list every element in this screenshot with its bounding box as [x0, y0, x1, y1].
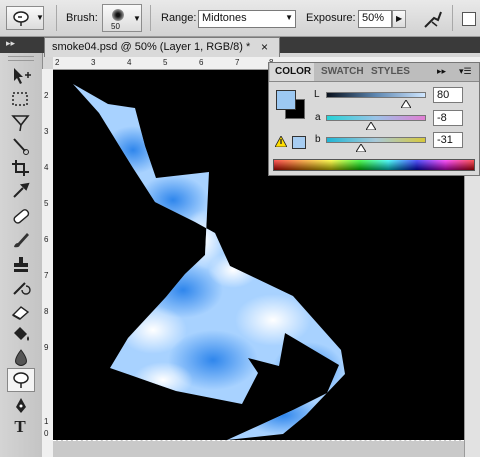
- ruler-label: 6: [199, 58, 204, 67]
- chevron-down-icon: ▼: [36, 13, 44, 22]
- airbrush-icon[interactable]: [422, 8, 444, 30]
- color-spectrum-ramp[interactable]: [273, 159, 475, 171]
- eraser-tool-icon[interactable]: [10, 302, 32, 322]
- range-select[interactable]: Midtones ▼: [198, 10, 296, 28]
- ruler-label: 4: [127, 58, 132, 67]
- ruler-label: 2: [55, 58, 60, 67]
- ruler-label: 0: [44, 429, 49, 438]
- divider: [452, 5, 453, 31]
- color-panel: COLOR SWATCH STYLES ▸▸ ▾☰ L 80 a -8 b -3…: [268, 62, 480, 176]
- a-slider-thumb[interactable]: [365, 121, 377, 131]
- divider: [150, 5, 151, 31]
- l-value-input[interactable]: 80: [433, 87, 463, 103]
- foreground-color-swatch[interactable]: [276, 90, 296, 110]
- lasso-tool-icon[interactable]: [10, 112, 32, 134]
- channel-label-a: a: [315, 112, 321, 123]
- document-tab[interactable]: smoke04.psd @ 50% (Layer 1, RGB/8) * ×: [44, 37, 280, 57]
- protect-tones-checkbox[interactable]: [462, 12, 476, 26]
- chevron-down-icon: ▼: [285, 13, 293, 22]
- pen-tool-icon[interactable]: [10, 396, 32, 416]
- move-tool-icon[interactable]: [10, 66, 32, 86]
- quick-selection-tool-icon[interactable]: [10, 136, 32, 156]
- chevron-right-icon: ▶: [396, 14, 403, 23]
- channel-label-l: L: [314, 89, 320, 100]
- chevron-down-icon: ▼: [133, 14, 141, 23]
- type-tool-icon[interactable]: T: [10, 418, 30, 436]
- close-icon[interactable]: ×: [261, 40, 268, 54]
- brush-size: 50: [111, 22, 120, 31]
- ruler-label: 5: [44, 199, 49, 208]
- exposure-slider-toggle[interactable]: ▶: [392, 10, 406, 28]
- b-slider-track[interactable]: [326, 137, 426, 143]
- l-slider-thumb[interactable]: [400, 99, 412, 109]
- exposure-value: 50%: [362, 12, 385, 24]
- ruler-label: 3: [91, 58, 96, 67]
- tab-styles[interactable]: STYLES: [371, 63, 410, 81]
- blur-tool-icon[interactable]: [10, 348, 32, 368]
- ruler-label: 8: [44, 307, 49, 316]
- a-slider-track[interactable]: [326, 115, 426, 121]
- panel-grip[interactable]: [8, 56, 34, 61]
- ruler-label: 3: [44, 127, 49, 136]
- ruler-label: 9: [44, 343, 49, 352]
- collapse-arrows-icon[interactable]: ▸▸: [6, 38, 15, 49]
- range-label: Range:: [161, 12, 197, 24]
- eyedropper-tool-icon[interactable]: [10, 180, 32, 200]
- dodge-tool-icon: [13, 11, 29, 26]
- marquee-tool-icon[interactable]: [10, 90, 32, 110]
- divider: [56, 5, 57, 31]
- brush-tool-icon[interactable]: [10, 230, 32, 250]
- tool-preset-picker[interactable]: ▼: [6, 6, 44, 30]
- gamut-color-swatch[interactable]: [292, 136, 306, 149]
- l-slider-track[interactable]: [326, 92, 426, 98]
- panel-menu-icon[interactable]: ▸▸: [437, 66, 446, 77]
- out-of-gamut-warning-icon[interactable]: [275, 136, 287, 147]
- canvas-area-bottom: [53, 440, 464, 457]
- document-title: smoke04.psd @ 50% (Layer 1, RGB/8) *: [52, 41, 251, 53]
- clone-stamp-tool-icon[interactable]: [10, 254, 32, 274]
- ruler-label: 6: [44, 235, 49, 244]
- ruler-label: 5: [163, 58, 168, 67]
- l-value: 80: [437, 89, 450, 101]
- panel-options-icon[interactable]: ▾☰: [459, 66, 472, 77]
- range-value: Midtones: [202, 12, 247, 24]
- history-brush-tool-icon[interactable]: [10, 278, 32, 298]
- brush-picker[interactable]: 50 ▼: [102, 4, 142, 32]
- b-value-input[interactable]: -31: [433, 132, 463, 148]
- tab-color[interactable]: COLOR: [275, 63, 311, 81]
- b-value: -31: [437, 134, 453, 146]
- b-slider-thumb[interactable]: [355, 143, 367, 153]
- ruler-label: 1: [44, 417, 49, 426]
- channel-label-b: b: [315, 134, 321, 145]
- exposure-input[interactable]: 50%: [358, 10, 392, 28]
- spot-healing-tool-icon[interactable]: [10, 206, 32, 226]
- exposure-label: Exposure:: [306, 12, 356, 24]
- ruler-label: 7: [44, 271, 49, 280]
- brush-preview: [112, 9, 124, 21]
- a-value: -8: [437, 112, 447, 124]
- brush-label: Brush:: [66, 12, 98, 24]
- ruler-label: 4: [44, 163, 49, 172]
- options-bar: ▼ Brush: 50 ▼ Range: Midtones ▼ Exposure…: [0, 0, 480, 37]
- dodge-tool-icon[interactable]: [10, 370, 32, 390]
- tab-swatches[interactable]: SWATCH: [321, 63, 364, 81]
- ruler-label: 2: [44, 91, 49, 100]
- ruler-label: 7: [235, 58, 240, 67]
- a-value-input[interactable]: -8: [433, 110, 463, 126]
- paint-bucket-tool-icon[interactable]: [10, 324, 32, 344]
- crop-tool-icon[interactable]: [10, 158, 32, 178]
